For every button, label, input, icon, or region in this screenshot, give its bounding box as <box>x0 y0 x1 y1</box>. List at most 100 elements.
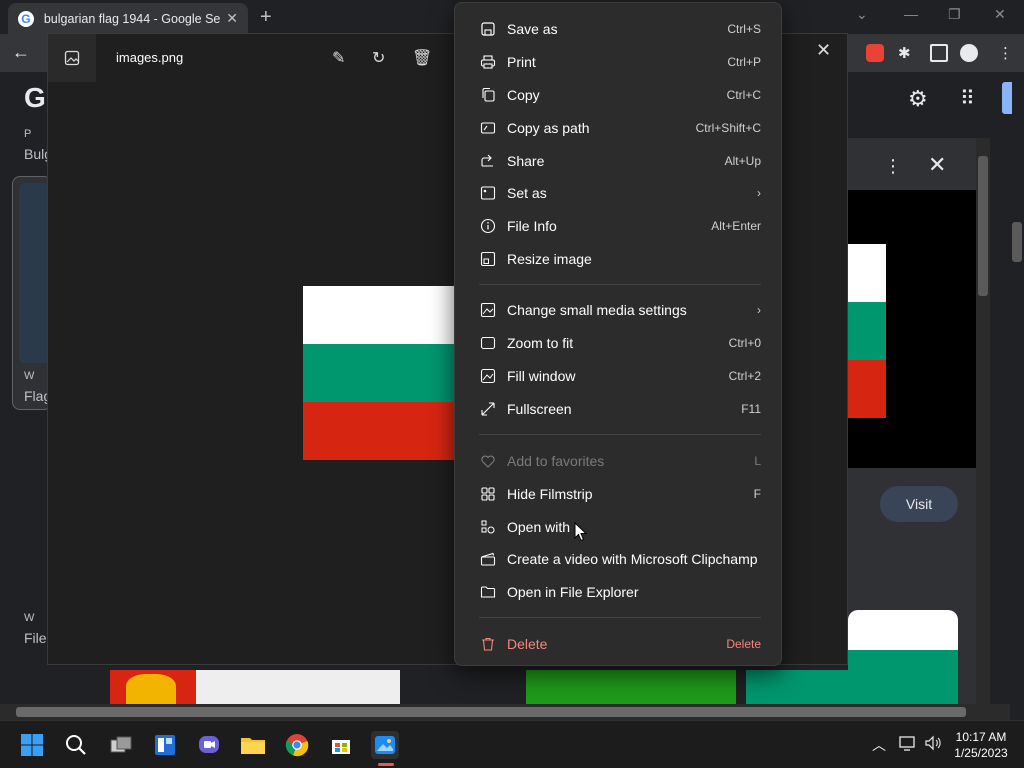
fill-window-icon <box>479 367 497 385</box>
menu-item-open-in-file-explorer[interactable]: Open in File Explorer <box>469 576 769 608</box>
menu-item-copy-as-path[interactable]: Copy as path Ctrl+Shift+C <box>469 112 769 144</box>
google-apps-icon[interactable]: ⠿ <box>960 86 975 111</box>
image-file-icon <box>48 34 96 82</box>
menu-item-zoom-to-fit[interactable]: Zoom to fit Ctrl+0 <box>469 327 769 359</box>
widgets-icon[interactable] <box>151 731 179 759</box>
open-with-icon <box>479 518 497 536</box>
submenu-chevron-icon: › <box>757 186 761 200</box>
browser-tab[interactable]: G bulgarian flag 1944 - Google Sea ✕ <box>8 3 248 34</box>
taskbar-clock[interactable]: 10:17 AM 1/25/2023 <box>948 729 1014 761</box>
image-preview-panel: ⋮ ✕ Visit <box>848 138 976 704</box>
set-as-icon <box>479 184 497 202</box>
menu-item-fill-window[interactable]: Fill window Ctrl+2 <box>469 360 769 392</box>
menu-item-file-info[interactable]: File Info Alt+Enter <box>469 210 769 242</box>
tab-search-icon[interactable]: ⌄ <box>856 6 868 23</box>
side-panel-icon[interactable] <box>930 44 948 62</box>
clock-time: 10:17 AM <box>955 730 1007 744</box>
flag-stripe-red <box>303 402 455 460</box>
extension-record-icon[interactable] <box>866 44 884 62</box>
task-view-icon[interactable] <box>107 731 135 759</box>
menu-item-add-to-favorites: Add to favorites L <box>469 445 769 477</box>
photos-app-icon[interactable] <box>371 731 399 759</box>
menu-item-resize-image[interactable]: Resize image <box>469 243 769 275</box>
menu-item-open-with[interactable]: Open with <box>469 511 769 543</box>
displayed-image-bulgarian-flag[interactable] <box>303 286 455 460</box>
horizontal-scrollbar[interactable] <box>0 704 1010 720</box>
mouse-cursor-icon <box>574 521 588 547</box>
teams-chat-icon[interactable] <box>195 731 223 759</box>
active-app-indicator <box>378 763 394 766</box>
close-preview-icon[interactable]: ✕ <box>928 152 946 178</box>
menu-item-change-small-media-settings[interactable]: Change small media settings › <box>469 294 769 326</box>
fullscreen-icon <box>479 400 497 418</box>
edit-image-icon[interactable]: ✎ <box>332 48 352 68</box>
menu-item-print[interactable]: Print Ctrl+P <box>469 46 769 78</box>
flag-stripe-white <box>303 286 455 344</box>
restore-icon[interactable]: ❐ <box>948 6 961 23</box>
result-thumb-green[interactable] <box>526 670 736 704</box>
result-thumb-white[interactable] <box>196 670 400 704</box>
folder-icon <box>479 583 497 601</box>
trash-icon <box>479 635 497 653</box>
menu-item-set-as[interactable]: Set as › <box>469 177 769 209</box>
page-scrollbar[interactable] <box>1010 144 1024 768</box>
result-source-label: W <box>24 370 35 382</box>
profile-avatar-icon[interactable] <box>960 44 978 62</box>
menu-separator <box>479 434 761 435</box>
result-source-label: W <box>24 612 35 624</box>
tab-close-icon[interactable]: ✕ <box>226 10 238 27</box>
info-icon <box>479 217 497 235</box>
tab-title: bulgarian flag 1944 - Google Sea <box>43 11 221 26</box>
menu-item-fullscreen[interactable]: Fullscreen F11 <box>469 393 769 425</box>
result-title[interactable]: File <box>24 630 47 646</box>
result-source-label: P <box>24 128 32 140</box>
google-favicon-icon: G <box>18 10 34 27</box>
extensions-puzzle-icon[interactable]: ✱ <box>898 44 916 62</box>
preview-scrollbar[interactable] <box>976 138 990 704</box>
flag-stripe-green <box>303 344 455 402</box>
zoom-fit-icon <box>479 334 497 352</box>
menu-item-save-as[interactable]: Save as Ctrl+S <box>469 13 769 45</box>
google-logo[interactable]: G <box>24 82 46 114</box>
search-icon[interactable] <box>62 731 90 759</box>
settings-gear-icon[interactable]: ⚙ <box>908 86 928 112</box>
menu-item-copy[interactable]: Copy Ctrl+C <box>469 79 769 111</box>
chrome-icon[interactable] <box>283 731 311 759</box>
menu-item-create-video-clipchamp[interactable]: Create a video with Microsoft Clipchamp <box>469 543 769 575</box>
preview-image[interactable] <box>848 190 976 468</box>
visit-button[interactable]: Visit <box>880 486 958 522</box>
share-icon <box>479 152 497 170</box>
network-icon[interactable] <box>898 735 916 754</box>
minimize-icon[interactable]: — <box>904 6 918 22</box>
copy-path-icon <box>479 119 497 137</box>
menu-item-hide-filmstrip[interactable]: Hide Filmstrip F <box>469 478 769 510</box>
close-window-icon[interactable]: ✕ <box>994 6 1006 23</box>
heart-icon <box>479 452 497 470</box>
back-arrow-icon[interactable]: ← <box>12 42 30 63</box>
result-thumb-coat-of-arms[interactable] <box>110 670 196 704</box>
new-tab-button[interactable]: + <box>260 6 272 29</box>
volume-icon[interactable] <box>924 735 942 754</box>
show-hidden-icons-chevron-icon[interactable]: ︿ <box>872 735 886 755</box>
menu-item-delete[interactable]: Delete Delete <box>469 628 769 660</box>
microsoft-store-icon[interactable] <box>327 731 355 759</box>
result-thumb-flag[interactable] <box>746 670 958 704</box>
delete-icon[interactable]: 🗑 <box>412 48 432 68</box>
chrome-menu-icon[interactable]: ⋮ <box>998 44 1016 62</box>
print-icon <box>479 53 497 71</box>
media-settings-icon <box>479 301 497 319</box>
close-viewer-icon[interactable]: ✕ <box>816 40 831 61</box>
file-name: images.png <box>116 50 184 65</box>
sign-in-button[interactable] <box>1002 82 1012 114</box>
menu-item-share[interactable]: Share Alt+Up <box>469 145 769 177</box>
save-icon <box>479 20 497 38</box>
start-windows-icon[interactable] <box>18 731 46 759</box>
filmstrip-icon <box>479 485 497 503</box>
more-options-icon[interactable]: ⋮ <box>884 156 902 177</box>
clipchamp-icon <box>479 550 497 568</box>
clock-date: 1/25/2023 <box>954 746 1008 760</box>
file-explorer-icon[interactable] <box>239 731 267 759</box>
context-menu: Save as Ctrl+S Print Ctrl+P Copy Ctrl+C … <box>454 2 782 666</box>
menu-separator <box>479 284 761 285</box>
rotate-icon[interactable]: ↻ <box>372 48 392 68</box>
